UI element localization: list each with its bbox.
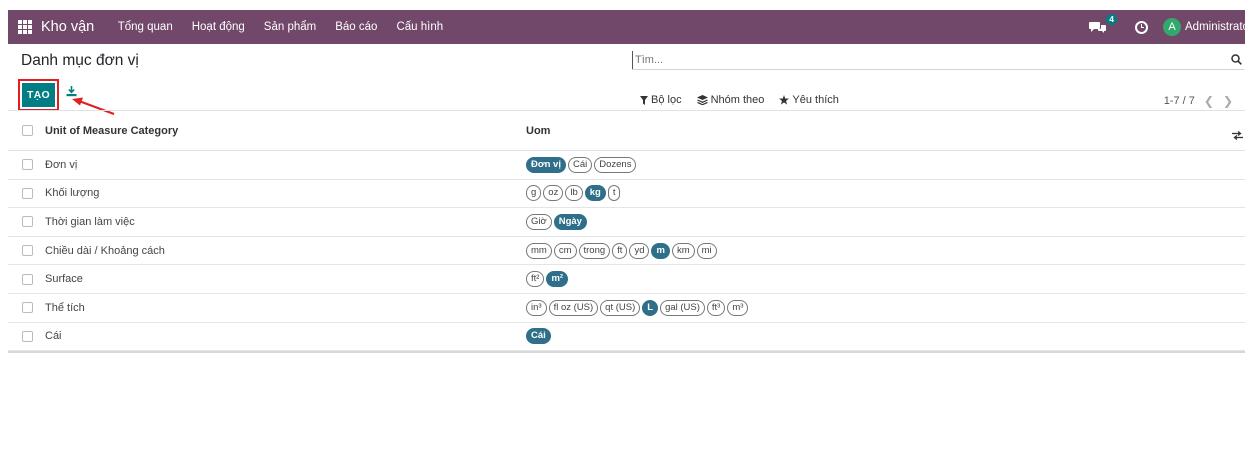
search-options: Bộ lọc Nhóm theo Yêu thích [640,94,854,106]
uom-reference-tag: Cái [526,328,551,345]
uom-tag: mi [696,242,717,259]
uom-reference-tag: Đơn vị [526,156,566,173]
uom-tag: g [526,185,542,202]
uom-tags-cell: Giờ Ngày [526,213,587,230]
create-button-highlight: TẠO [18,79,59,111]
app-brand[interactable]: Kho vận [41,19,94,35]
page-title: Danh mục đơn vị [21,52,139,69]
uom-tag: ft [612,242,628,259]
search-bar [632,50,1244,70]
uom-tag: fl oz (US) [548,299,599,316]
table-row[interactable]: Cái Cái [8,323,1245,352]
uom-tag: mm [526,242,552,259]
menu-item-configuration[interactable]: Cấu hình [387,21,453,33]
uom-tags-cell: Đơn vị Cái Dozens [526,156,637,173]
row-checkbox[interactable] [22,216,33,228]
main-menu: Tổng quan Hoạt động Sản phẩm Báo cáo Cấu… [108,21,452,33]
uom-tags-cell: mm cm trong ft yd m km mi [526,242,717,259]
uom-tag: yd [629,242,650,259]
layers-icon [696,95,708,105]
table-row[interactable]: Surface ft² m² [8,265,1245,294]
uom-tag: cm [553,242,577,259]
category-name-cell: Cái [45,330,62,343]
category-name-cell: Khối lượng [45,187,100,200]
table-row[interactable]: Đơn vị Đơn vị Cái Dozens [8,151,1245,180]
table-row[interactable]: Chiều dài / Khoảng cách mm cm trong ft yd m km m… [8,237,1245,266]
uom-reference-tag: L [642,299,659,316]
uom-tags-cell: Cái [526,328,551,345]
table-row[interactable]: Thời gian làm việc Giờ Ngày [8,208,1245,237]
column-header-category[interactable]: Unit of Measure Category [45,125,526,137]
menu-item-operations[interactable]: Hoạt động [182,21,254,33]
apps-menu-icon[interactable] [18,20,32,34]
pager-previous-icon[interactable]: ❮ [1204,94,1214,108]
uom-tag: km [671,242,695,259]
table-header: Unit of Measure Category Uom [8,111,1245,151]
row-checkbox[interactable] [22,245,33,257]
uom-tag: t [607,185,621,202]
row-checkbox[interactable] [22,159,33,171]
row-checkbox[interactable] [22,273,33,285]
category-name-cell: Surface [45,273,83,286]
category-name-cell: Thời gian làm việc [45,215,135,228]
create-button[interactable]: TẠO [22,83,55,107]
pager: 1-7 / 7 ❮ ❯ [1164,94,1233,108]
row-checkbox[interactable] [22,302,33,314]
uom-reference-tag: Ngày [553,213,587,230]
uom-tag: qt (US) [600,299,641,316]
uom-tag: trong [578,242,611,259]
uom-tag: gal (US) [660,299,705,316]
search-input[interactable] [632,50,1222,69]
uom-tag: ft³ [706,299,726,316]
messages-count-badge: 4 [1106,14,1117,25]
uom-tag: lb [565,185,583,202]
row-checkbox[interactable] [22,330,33,342]
table-row[interactable]: Thể tích in³ fl oz (US) qt (US) Lgal (US) ft³… [8,294,1245,323]
menu-item-products[interactable]: Sản phẩm [254,21,325,33]
activity-clock-icon[interactable] [1135,20,1148,34]
uom-reference-tag: kg [584,185,606,202]
pager-value[interactable]: 1-7 / 7 [1164,95,1195,107]
uom-tag: oz [543,185,564,202]
uom-tags-cell: g oz lb kg t [526,185,621,202]
uom-tag: Cái [567,156,593,173]
group-by-label: Nhóm theo [710,94,765,106]
filters-label: Bộ lọc [651,94,682,106]
uom-tag: Giờ [526,213,552,230]
column-header-uom[interactable]: Uom [526,125,550,137]
star-icon [779,95,790,105]
group-by-toggle[interactable]: Nhóm theo [696,94,765,106]
optional-columns-icon[interactable] [1232,128,1243,143]
user-avatar[interactable]: A [1163,18,1181,36]
uom-tag: Dozens [594,156,637,173]
top-navbar: Kho vận Tổng quan Hoạt động Sản phẩm Báo… [8,10,1245,44]
category-name-cell: Chiều dài / Khoảng cách [45,244,165,257]
messages-icon[interactable]: 4 [1089,14,1117,34]
favorites-toggle[interactable]: Yêu thích [779,94,839,106]
uom-tag: ft² [526,271,545,288]
uom-reference-tag: m [651,242,670,259]
user-name[interactable]: Administrator [1185,21,1245,33]
filters-toggle[interactable]: Bộ lọc [640,94,682,106]
table-row[interactable]: Khối lượng g oz lb kg t [8,180,1245,209]
row-checkbox[interactable] [22,187,33,199]
favorites-label: Yêu thích [792,94,839,106]
menu-item-overview[interactable]: Tổng quan [108,21,182,33]
uom-tags-cell: ft² m² [526,271,569,288]
uom-tag: in³ [526,299,547,316]
uom-tags-cell: in³ fl oz (US) qt (US) Lgal (US) ft³ m³ [526,299,749,316]
app-frame: Kho vận Tổng quan Hoạt động Sản phẩm Báo… [8,10,1245,455]
search-icon[interactable] [1231,53,1242,68]
category-name-cell: Thể tích [45,301,85,314]
table-body: Đơn vị Đơn vị Cái Dozens Khối lượng g oz lb kg t T… [8,151,1245,354]
filter-icon [640,95,648,105]
uom-category-table: Unit of Measure Category Uom Đơn vị Đơn v… [8,110,1245,354]
pager-next-icon[interactable]: ❯ [1223,94,1233,108]
menu-item-reporting[interactable]: Báo cáo [326,21,387,33]
select-all-checkbox[interactable] [22,125,33,136]
uom-tag: m³ [727,299,749,316]
navbar-systray: 4 A Administrator [1089,10,1245,44]
category-name-cell: Đơn vị [45,158,78,171]
uom-reference-tag: m² [546,271,569,288]
